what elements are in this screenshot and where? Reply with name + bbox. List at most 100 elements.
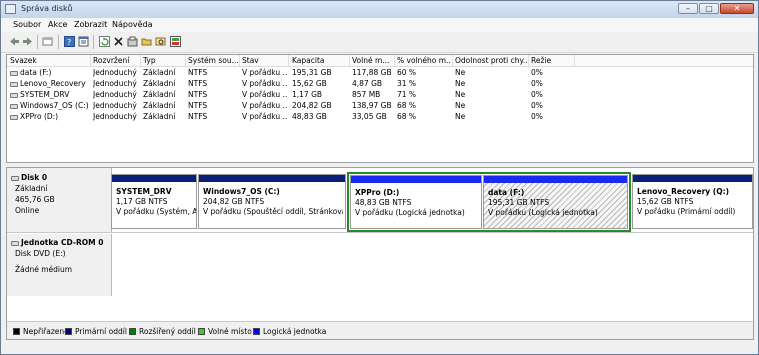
table-cell: Ne <box>455 79 466 88</box>
table-cell: 60 % <box>397 68 417 77</box>
legend-item-extended: Rozšířený oddíl <box>129 327 196 336</box>
table-row[interactable]: Lenovo_Recovery ... Jednoduchý Základní NTF… <box>7 78 753 89</box>
column-header-filesystem[interactable]: Systém sou... <box>188 56 238 65</box>
cdrom-0-type: Disk DVD (E:) <box>15 249 66 258</box>
table-cell: Jednoduchý <box>93 79 137 88</box>
table-cell: Ne <box>455 101 466 110</box>
legend: Nepřiřazeno Primární oddíl Rozšířený odd… <box>7 321 753 339</box>
explore-icon[interactable] <box>155 36 166 47</box>
column-header-layout[interactable]: Rozvržení <box>93 56 139 65</box>
table-cell: 68 % <box>397 112 417 121</box>
table-row[interactable]: XPPro (D:) Jednoduchý Základní NTFS V pořádk… <box>7 111 753 122</box>
legend-item-logical: Logická jednotka <box>253 327 326 336</box>
table-cell: Jednoduchý <box>93 90 137 99</box>
column-header-percent-free[interactable]: % volného m... <box>397 56 451 65</box>
open-folder-icon[interactable] <box>141 36 152 47</box>
back-arrow-icon[interactable] <box>9 36 20 47</box>
up-level-icon[interactable] <box>42 36 53 47</box>
table-cell: 0% <box>531 112 543 121</box>
table-cell: V pořádku ... <box>242 101 288 110</box>
disk-0-label[interactable]: Disk 0 Základní 465,76 GB Online <box>7 168 112 232</box>
cdrom-0-label[interactable]: Jednotka CD-ROM 0 Disk DVD (E:) Žádné mé… <box>7 234 112 296</box>
table-cell: 33,05 GB <box>352 112 387 121</box>
partition-windows7-os[interactable]: Windows7_OS (C:) 204,82 GB NTFS V pořádk… <box>198 174 346 229</box>
partition-system-drv[interactable]: SYSTEM_DRV 1,17 GB NTFS V pořádku (Systé… <box>111 174 197 229</box>
table-cell: Ne <box>455 68 466 77</box>
column-header-status[interactable]: Stav <box>242 56 286 65</box>
minimize-button[interactable]: – <box>678 3 698 14</box>
column-header-type[interactable]: Typ <box>143 56 183 65</box>
table-cell: 4,87 GB <box>352 79 383 88</box>
table-cell: 117,88 GB <box>352 68 392 77</box>
table-cell: Ne <box>455 90 466 99</box>
volume-list-header: Svazek Rozvržení Typ Systém sou... Stav … <box>7 55 753 67</box>
partition-xppro[interactable]: XPPro (D:) 48,83 GB NTFS V pořádku (Logi… <box>350 175 482 229</box>
menu-view[interactable]: Zobrazit <box>74 20 107 29</box>
table-cell: NTFS <box>188 79 208 88</box>
partition-lenovo-recovery[interactable]: Lenovo_Recovery (Q:) 15,62 GB NTFS V poř… <box>632 174 753 229</box>
column-header-free-space[interactable]: Volné m... <box>352 56 392 65</box>
delete-icon[interactable] <box>113 36 124 47</box>
table-cell: NTFS <box>188 112 208 121</box>
toolbar-separator <box>37 35 38 49</box>
table-row[interactable]: SYSTEM_DRV Jednoduchý Základní NTFS V pořádk… <box>7 89 753 100</box>
disk-0-size: 465,76 GB <box>15 195 55 204</box>
table-cell: V pořádku ... <box>242 112 288 121</box>
menu-file[interactable]: Soubor <box>13 20 41 29</box>
table-cell: NTFS <box>188 101 208 110</box>
maximize-button[interactable]: □ <box>699 3 719 14</box>
disk-0-status: Online <box>15 206 40 215</box>
table-cell: 0% <box>531 101 543 110</box>
table-cell: NTFS <box>188 90 208 99</box>
table-cell: Jednoduchý <box>93 68 137 77</box>
table-cell: 31 % <box>397 79 417 88</box>
legend-item-free-space: Volné místo <box>198 327 252 336</box>
table-cell: V pořádku ... <box>242 90 288 99</box>
menu-help[interactable]: Nápověda <box>112 20 153 29</box>
extended-partition[interactable]: XPPro (D:) 48,83 GB NTFS V pořádku (Logi… <box>347 172 631 232</box>
column-header-overhead[interactable]: Režie <box>531 56 571 65</box>
table-cell: 195,31 GB <box>292 68 332 77</box>
menu-action[interactable]: Akce <box>48 20 67 29</box>
cdrom-0-name: Jednotka CD-ROM 0 <box>21 238 104 247</box>
table-row[interactable]: Windows7_OS (C:) Jednoduchý Základní NTFS V … <box>7 100 753 111</box>
table-cell: 0% <box>531 68 543 77</box>
table-cell: Lenovo_Recovery ... <box>10 79 88 88</box>
legend-item-primary: Primární oddíl <box>65 327 127 336</box>
refresh-icon[interactable] <box>99 36 110 47</box>
volume-list: Svazek Rozvržení Typ Systém sou... Stav … <box>6 54 754 163</box>
table-cell: Základní <box>143 68 176 77</box>
toolbar-separator <box>58 35 59 49</box>
table-cell: Windows7_OS (C:) <box>10 101 88 110</box>
forward-arrow-icon[interactable] <box>22 36 33 47</box>
table-cell: 48,83 GB <box>292 112 327 121</box>
disk-properties-icon[interactable] <box>127 36 138 47</box>
title-bar[interactable]: Správa disků – □ ✕ <box>1 1 758 18</box>
table-cell: 204,82 GB <box>292 101 332 110</box>
partition-data[interactable]: data (F:) 195,31 GB NTFS V pořádku (Logi… <box>483 175 628 229</box>
disk-management-window: Správa disků – □ ✕ Soubor Akce Zobrazit … <box>0 0 759 355</box>
column-header-volume[interactable]: Svazek <box>10 56 80 65</box>
volume-drive-icon <box>10 81 18 87</box>
disk-0-row: Disk 0 Základní 465,76 GB Online SYSTEM_… <box>7 168 753 233</box>
column-header-fault-tolerance[interactable]: Odolnost proti chy... <box>455 56 527 65</box>
menu-bar: Soubor Akce Zobrazit Nápověda <box>1 18 758 32</box>
settings-icon[interactable] <box>170 36 181 47</box>
table-cell: 857 MB <box>352 90 381 99</box>
table-cell: SYSTEM_DRV <box>10 90 88 99</box>
close-button[interactable]: ✕ <box>720 3 754 14</box>
help-icon[interactable]: ? <box>64 36 75 47</box>
table-cell: 1,17 GB <box>292 90 323 99</box>
cdrom-icon <box>11 240 19 246</box>
table-cell: Jednoduchý <box>93 101 137 110</box>
properties-icon[interactable] <box>78 36 89 47</box>
table-cell: V pořádku ... <box>242 68 288 77</box>
table-cell: XPPro (D:) <box>10 112 88 121</box>
column-header-capacity[interactable]: Kapacita <box>292 56 347 65</box>
cdrom-0-status: Žádné médium <box>15 265 73 274</box>
table-cell: V pořádku ... <box>242 79 288 88</box>
table-row[interactable]: data (F:) Jednoduchý Základní NTFS V pořádku… <box>7 67 753 78</box>
table-cell: 0% <box>531 90 543 99</box>
disk-0-type: Základní <box>15 184 48 193</box>
disk-drive-icon <box>11 175 19 181</box>
